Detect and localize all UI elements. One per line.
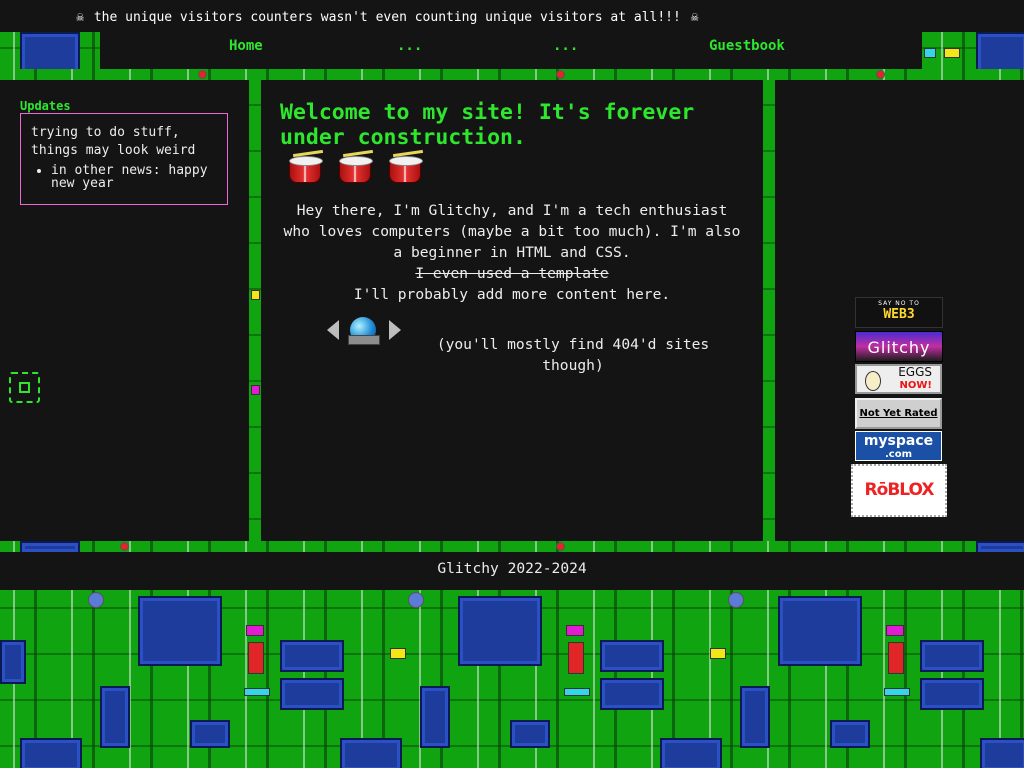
- say-no-to-web3-badge[interactable]: SAY NO TO WEB3: [855, 297, 943, 328]
- component-decoration: [248, 642, 264, 674]
- chip-decoration: [774, 596, 866, 666]
- component-decoration: [568, 642, 584, 674]
- arrow-right-icon[interactable]: [389, 320, 401, 340]
- chip-decoration: [276, 640, 348, 672]
- eggs-now-badge[interactable]: EGGS NOW!: [855, 364, 942, 394]
- globe-icon[interactable]: [348, 317, 380, 345]
- chip-decoration: [736, 686, 774, 748]
- chip-decoration: [16, 738, 86, 768]
- chip-decoration: [916, 640, 988, 672]
- circuit-board-background: [0, 590, 1024, 768]
- nav-placeholder-link[interactable]: ...: [553, 38, 578, 54]
- arrow-left-icon[interactable]: [327, 320, 339, 340]
- list-item: in other news: happy new year: [51, 164, 219, 190]
- chip-decoration: [186, 720, 234, 748]
- skull-icon: ☠: [76, 10, 84, 25]
- component-decoration: [390, 648, 406, 659]
- chip-decoration: [916, 678, 988, 710]
- egg-icon: [865, 371, 881, 391]
- chip-decoration: [826, 720, 874, 748]
- chip-decoration: [134, 596, 226, 666]
- drum-icon: [339, 149, 374, 184]
- pad-decoration: [556, 542, 565, 551]
- navbar: Home ... ... Guestbook: [100, 32, 922, 69]
- chip-decoration: [596, 640, 668, 672]
- component-decoration: [710, 648, 726, 659]
- right-circuit-border: [763, 80, 775, 541]
- notice-text: the unique visitors counters wasn't even…: [93, 10, 681, 25]
- chip-decoration: [336, 738, 406, 768]
- nav-placeholder-link[interactable]: ...: [397, 38, 422, 54]
- badge-eggs-text: EGGS: [898, 365, 932, 379]
- webring: (you'll mostly find 404'd sites though): [323, 316, 723, 376]
- chip-decoration: [596, 678, 668, 710]
- component-decoration: [244, 688, 270, 696]
- intro-text-more: I'll probably add more content here.: [353, 286, 671, 303]
- page-title: Welcome to my site! It's forever under c…: [280, 100, 695, 150]
- left-circuit-border: [249, 80, 261, 541]
- chip-decoration: [656, 738, 726, 768]
- main-content: Welcome to my site! It's forever under c…: [261, 80, 763, 541]
- drum-icon: [289, 149, 324, 184]
- struck-text: I even used a template: [415, 265, 609, 282]
- webring-note: (you'll mostly find 404'd sites though): [436, 336, 710, 374]
- chip-decoration: [416, 686, 454, 748]
- component-decoration: [566, 625, 584, 636]
- drum-icon: [389, 149, 424, 184]
- pad-decoration: [408, 592, 424, 608]
- intro-paragraph: Hey there, I'm Glitchy, and I'm a tech e…: [281, 200, 743, 305]
- intro-text: Hey there, I'm Glitchy, and I'm a tech e…: [283, 202, 741, 261]
- skull-icon: ☠: [690, 10, 699, 25]
- component-decoration: [888, 642, 904, 674]
- notice-bar: ☠ the unique visitors counters wasn't ev…: [74, 10, 701, 25]
- chip-decoration: [972, 32, 1024, 74]
- top-banner: ☠ the unique visitors counters wasn't ev…: [0, 0, 1024, 32]
- footer-text: Glitchy 2022-2024: [437, 560, 587, 577]
- nav-guestbook-link[interactable]: Guestbook: [709, 38, 785, 54]
- myspace-badge[interactable]: myspace .com: [855, 431, 942, 461]
- component-decoration: [251, 385, 260, 395]
- component-decoration: [944, 48, 960, 58]
- badge-myspace-com: .com: [884, 449, 913, 460]
- updates-box: trying to do stuff, things may look weir…: [20, 113, 228, 205]
- crosshair-icon[interactable]: [9, 372, 40, 403]
- badge-myspace-text: myspace: [863, 433, 934, 449]
- pad-decoration: [556, 70, 565, 79]
- frame-bottom-border: [0, 541, 1024, 554]
- right-sidebar: SAY NO TO WEB3 Glitchy EGGS NOW! Not Yet…: [775, 80, 1024, 541]
- badge-big-text: WEB3: [883, 307, 915, 322]
- component-decoration: [246, 625, 264, 636]
- nav-home-link[interactable]: Home: [229, 38, 263, 54]
- chip-decoration: [454, 596, 546, 666]
- updates-title: Updates: [20, 99, 71, 113]
- component-decoration: [564, 688, 590, 696]
- update-list: in other news: happy new year: [31, 164, 219, 190]
- pad-decoration: [198, 70, 207, 79]
- glitchy-badge[interactable]: Glitchy: [855, 331, 943, 362]
- component-decoration: [251, 290, 260, 300]
- pad-decoration: [120, 542, 129, 551]
- chip-decoration: [276, 678, 348, 710]
- pad-decoration: [88, 592, 104, 608]
- not-yet-rated-badge[interactable]: Not Yet Rated: [855, 398, 942, 429]
- component-decoration: [884, 688, 910, 696]
- badge-small-text: SAY NO TO: [878, 300, 920, 307]
- chip-decoration: [976, 738, 1024, 768]
- component-decoration: [886, 625, 904, 636]
- left-sidebar: Updates trying to do stuff, things may l…: [0, 80, 249, 541]
- chip-decoration: [96, 686, 134, 748]
- frame-top-border: [0, 69, 1024, 80]
- update-text: trying to do stuff, things may look weir…: [31, 125, 196, 158]
- pad-decoration: [876, 70, 885, 79]
- component-decoration: [924, 48, 936, 58]
- pad-decoration: [728, 592, 744, 608]
- chip-decoration: [16, 32, 84, 74]
- chip-decoration: [0, 640, 30, 684]
- roblox-badge[interactable]: RōBLOX: [851, 464, 947, 517]
- chip-decoration: [506, 720, 554, 748]
